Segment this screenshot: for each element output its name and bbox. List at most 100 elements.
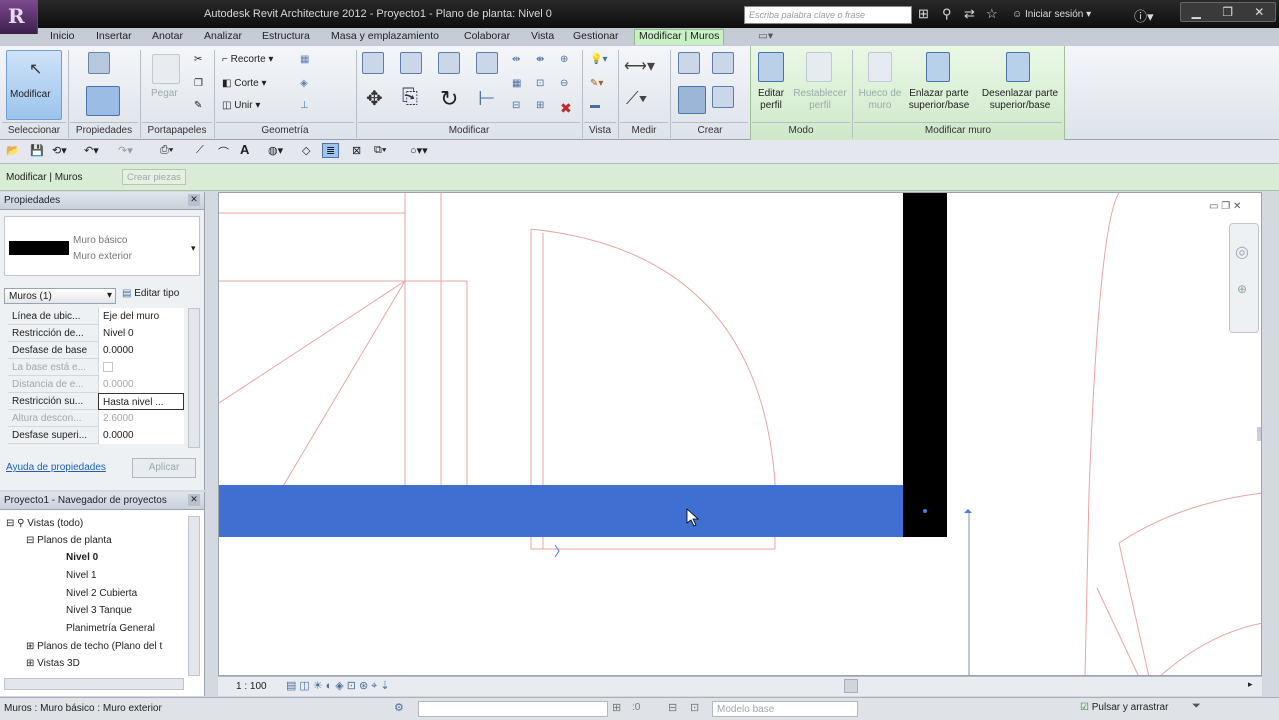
paint-icon[interactable]: ◈	[300, 78, 308, 89]
tab-gestionar[interactable]: Gestionar	[573, 30, 619, 46]
dimension-icon[interactable]: ⟋▾	[626, 88, 647, 109]
steering-wheel-icon[interactable]: ◎	[1235, 242, 1249, 262]
mirror-axis-icon[interactable]	[438, 52, 460, 74]
tab-estructura[interactable]: Estructura	[262, 30, 310, 46]
tab-colaborar[interactable]: Colaborar	[464, 30, 510, 46]
drawing-canvas[interactable]: ▭ ❐ ✕ ◎ ⊕	[218, 192, 1262, 676]
create-similar-icon[interactable]	[712, 86, 734, 108]
delete-icon[interactable]: ✖	[560, 100, 572, 117]
expand-icon[interactable]: ⊞	[26, 658, 37, 669]
edit-profile-label[interactable]: Editar perfil	[756, 88, 786, 112]
restore-icon[interactable]: ❐	[1222, 5, 1233, 19]
thin-lines-icon[interactable]: ≣	[322, 143, 340, 158]
property-value[interactable]: 0.0000	[98, 342, 184, 359]
match-type-icon[interactable]: ✎	[194, 100, 202, 111]
mirror-draw-icon[interactable]	[476, 52, 498, 74]
open-icon[interactable]: 📂	[6, 144, 20, 157]
type-selector[interactable]: Muro básico Muro exterior ▾	[4, 216, 200, 276]
subscription-icon[interactable]: ⚲	[942, 6, 952, 22]
create-assembly-icon[interactable]	[678, 52, 700, 74]
binoculars-icon[interactable]: ⊞	[918, 6, 929, 22]
trim-single-icon[interactable]: ⊟	[512, 100, 520, 111]
exclude-options-icon[interactable]: ⊡	[690, 701, 699, 714]
help-icon[interactable]: ⓘ▾	[1134, 6, 1154, 25]
override-graphics-icon[interactable]: ✎▾	[590, 78, 603, 89]
close-palette-icon[interactable]: ✕	[188, 194, 200, 206]
sync-icon[interactable]: ⟲▾	[52, 144, 67, 157]
trim-icon[interactable]: ⊢	[478, 86, 495, 111]
selected-wall[interactable]	[219, 485, 903, 537]
view-control-icons[interactable]: ▤◫☀◐◈⊡⊛⌖⇣	[286, 679, 393, 693]
modify-tool-button[interactable]: ↖ Modificar	[6, 50, 62, 120]
dimension-qat-icon[interactable]: ⌒	[218, 144, 229, 160]
tree-node-3d-views[interactable]: ⊞ Vistas 3D	[26, 658, 80, 669]
create-parts-icon[interactable]	[712, 52, 734, 74]
close-browser-icon[interactable]: ✕	[188, 494, 200, 506]
worksets-icon[interactable]: ⚙	[394, 701, 404, 714]
tree-node-nivel-3[interactable]: Nivel 3 Tanque	[66, 605, 132, 616]
login-button[interactable]: ☺ Iniciar sesión ▾	[1012, 9, 1091, 20]
tree-node-nivel-1[interactable]: Nivel 1	[66, 570, 97, 581]
browser-v-scrollbar[interactable]	[188, 516, 200, 676]
move-icon[interactable]: ✥	[366, 86, 383, 111]
tab-modificar-muros[interactable]: Modificar | Muros	[634, 29, 725, 45]
property-row[interactable]: Restricción su... Hasta nivel ...	[8, 393, 184, 410]
property-row[interactable]: Restricción de... Nivel 0	[8, 325, 184, 342]
collapse-icon[interactable]: ⊟	[6, 518, 17, 529]
detach-top-base-label[interactable]: Desenlazar parte superior/base	[978, 88, 1062, 112]
property-value[interactable]: Eje del muro	[98, 308, 184, 325]
tree-node-nivel-2[interactable]: Nivel 2 Cubierta	[66, 588, 137, 599]
copy-element-icon[interactable]: ⎘	[402, 86, 418, 109]
horizontal-scroll-thumb[interactable]	[844, 679, 858, 693]
cope-button[interactable]: ⌐ Recorte ▾	[222, 54, 273, 65]
property-value[interactable]: Nivel 0	[98, 325, 184, 342]
section-icon[interactable]: ◇	[302, 144, 310, 157]
press-drag-toggle[interactable]: ☑ Pulsar y arrastrar	[1080, 702, 1168, 713]
collapse-icon[interactable]: ⊟	[26, 535, 37, 546]
array-icon[interactable]: ▦	[512, 78, 521, 89]
favorites-icon[interactable]: ☆	[986, 6, 998, 22]
rotate-icon[interactable]: ↻	[440, 86, 458, 112]
split-face-icon[interactable]: ▦	[300, 54, 309, 65]
tab-anotar[interactable]: Anotar	[152, 30, 183, 46]
property-row[interactable]: Desfase superi... 0.0000	[8, 427, 184, 444]
canvas-scroll-handle[interactable]	[1257, 427, 1261, 441]
property-row[interactable]: Desfase de base 0.0000	[8, 342, 184, 359]
edit-type-button[interactable]: ▤ Editar tipo	[122, 288, 179, 299]
property-value[interactable]: 0.0000	[98, 427, 184, 444]
split-gap-icon[interactable]: ⇼	[536, 54, 544, 65]
ribbon-toggle-icon[interactable]: ▭▾	[758, 30, 773, 46]
text-icon[interactable]: A	[240, 142, 249, 157]
tree-node-views[interactable]: ⊟ ⚲ Vistas (todo)	[6, 518, 83, 529]
join-button[interactable]: ◫ Unir ▾	[222, 100, 260, 111]
close-icon[interactable]: ✕	[1254, 5, 1264, 19]
measure-icon[interactable]: ⟷▾	[624, 56, 655, 76]
measure-qat-icon[interactable]: ⟋	[196, 144, 204, 157]
unpin-icon[interactable]: ⊖	[560, 78, 568, 89]
design-option-select[interactable]: Modelo base	[712, 701, 858, 717]
property-row[interactable]: Línea de ubic... Eje del muro	[8, 308, 184, 325]
customize-qat-icon[interactable]: ○▾▾	[410, 144, 428, 157]
wall-black[interactable]	[903, 193, 947, 537]
editable-only-icon[interactable]: ⊞	[612, 701, 621, 714]
scroll-right-icon[interactable]: ▸	[1248, 679, 1253, 690]
tab-masa[interactable]: Masa y emplazamiento	[331, 30, 439, 46]
create-group-icon[interactable]	[678, 86, 706, 114]
edit-profile-icon[interactable]	[758, 52, 784, 82]
minimize-icon[interactable]: ▁	[1192, 5, 1201, 19]
undo-icon[interactable]: ↶▾	[84, 144, 99, 157]
switch-window-icon[interactable]: ⧉▾	[374, 144, 386, 157]
properties-help-link[interactable]: Ayuda de propiedades	[6, 462, 106, 473]
copy-icon[interactable]: ❐	[194, 78, 203, 89]
tree-node-planimetria[interactable]: Planimetría General	[66, 623, 155, 634]
communication-icon[interactable]: ⇄	[964, 6, 975, 22]
pin-icon[interactable]: ⊕	[560, 54, 568, 65]
expand-icon[interactable]: ⊞	[26, 641, 37, 652]
properties-scrollbar[interactable]	[188, 308, 200, 448]
linework-icon[interactable]: ▬	[590, 100, 600, 111]
detach-top-base-icon[interactable]	[1006, 52, 1030, 82]
properties-icon[interactable]	[86, 86, 120, 116]
cut-geometry-button[interactable]: ◧ Corte ▾	[222, 78, 267, 89]
tree-node-floor-plans[interactable]: ⊟ Planos de planta	[26, 535, 112, 546]
application-menu-button[interactable]: R	[0, 0, 38, 34]
